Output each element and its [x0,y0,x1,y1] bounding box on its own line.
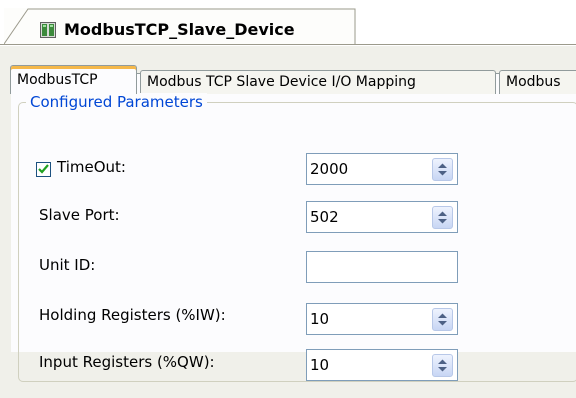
up-down-arrows-icon [438,313,447,326]
up-down-arrows-icon [438,359,447,372]
input-registers-spin-button[interactable] [432,354,453,377]
holding-registers-label: Holding Registers (%IW): [39,306,226,324]
document-tab-strip: ModbusTCP_Slave_Device [0,0,576,46]
group-title: Configured Parameters [26,93,207,111]
tab-label: Modbus TCP Slave Device I/O Mapping [147,74,416,90]
configured-parameters-group [18,102,576,382]
input-registers-value: 10 [310,356,330,374]
tab-modbus[interactable]: Modbus [499,70,576,94]
slave-port-label: Slave Port: [39,206,120,224]
input-registers-spinbox[interactable]: 10 [306,349,458,381]
holding-registers-spinbox[interactable]: 10 [306,303,458,335]
tab-modbustcp[interactable]: ModbusTCP [10,65,137,94]
slave-port-spinbox[interactable]: 502 [306,201,458,233]
document-tab-strip-border [0,44,576,45]
tab-io-mapping[interactable]: Modbus TCP Slave Device I/O Mapping [140,70,496,94]
check-icon [38,164,49,174]
tab-label: Modbus [506,74,561,90]
timeout-label: TimeOut: [57,158,126,176]
document-tab[interactable]: ModbusTCP_Slave_Device [4,8,356,45]
tab-label: ModbusTCP [17,72,98,88]
timeout-checkbox[interactable] [36,162,51,177]
timeout-spinbox[interactable]: 2000 [306,153,458,185]
unit-id-input[interactable] [306,251,458,283]
device-icon [40,22,56,38]
holding-registers-spin-button[interactable] [432,308,453,331]
unit-id-label: Unit ID: [39,256,96,274]
input-registers-label: Input Registers (%QW): [39,353,215,371]
document-tab-title: ModbusTCP_Slave_Device [64,20,295,39]
slave-port-value: 502 [310,208,339,226]
timeout-spin-button[interactable] [432,158,453,181]
timeout-value: 2000 [310,160,349,178]
up-down-arrows-icon [438,211,447,224]
slave-port-spin-button[interactable] [432,206,453,229]
holding-registers-value: 10 [310,310,330,328]
up-down-arrows-icon [438,163,447,176]
